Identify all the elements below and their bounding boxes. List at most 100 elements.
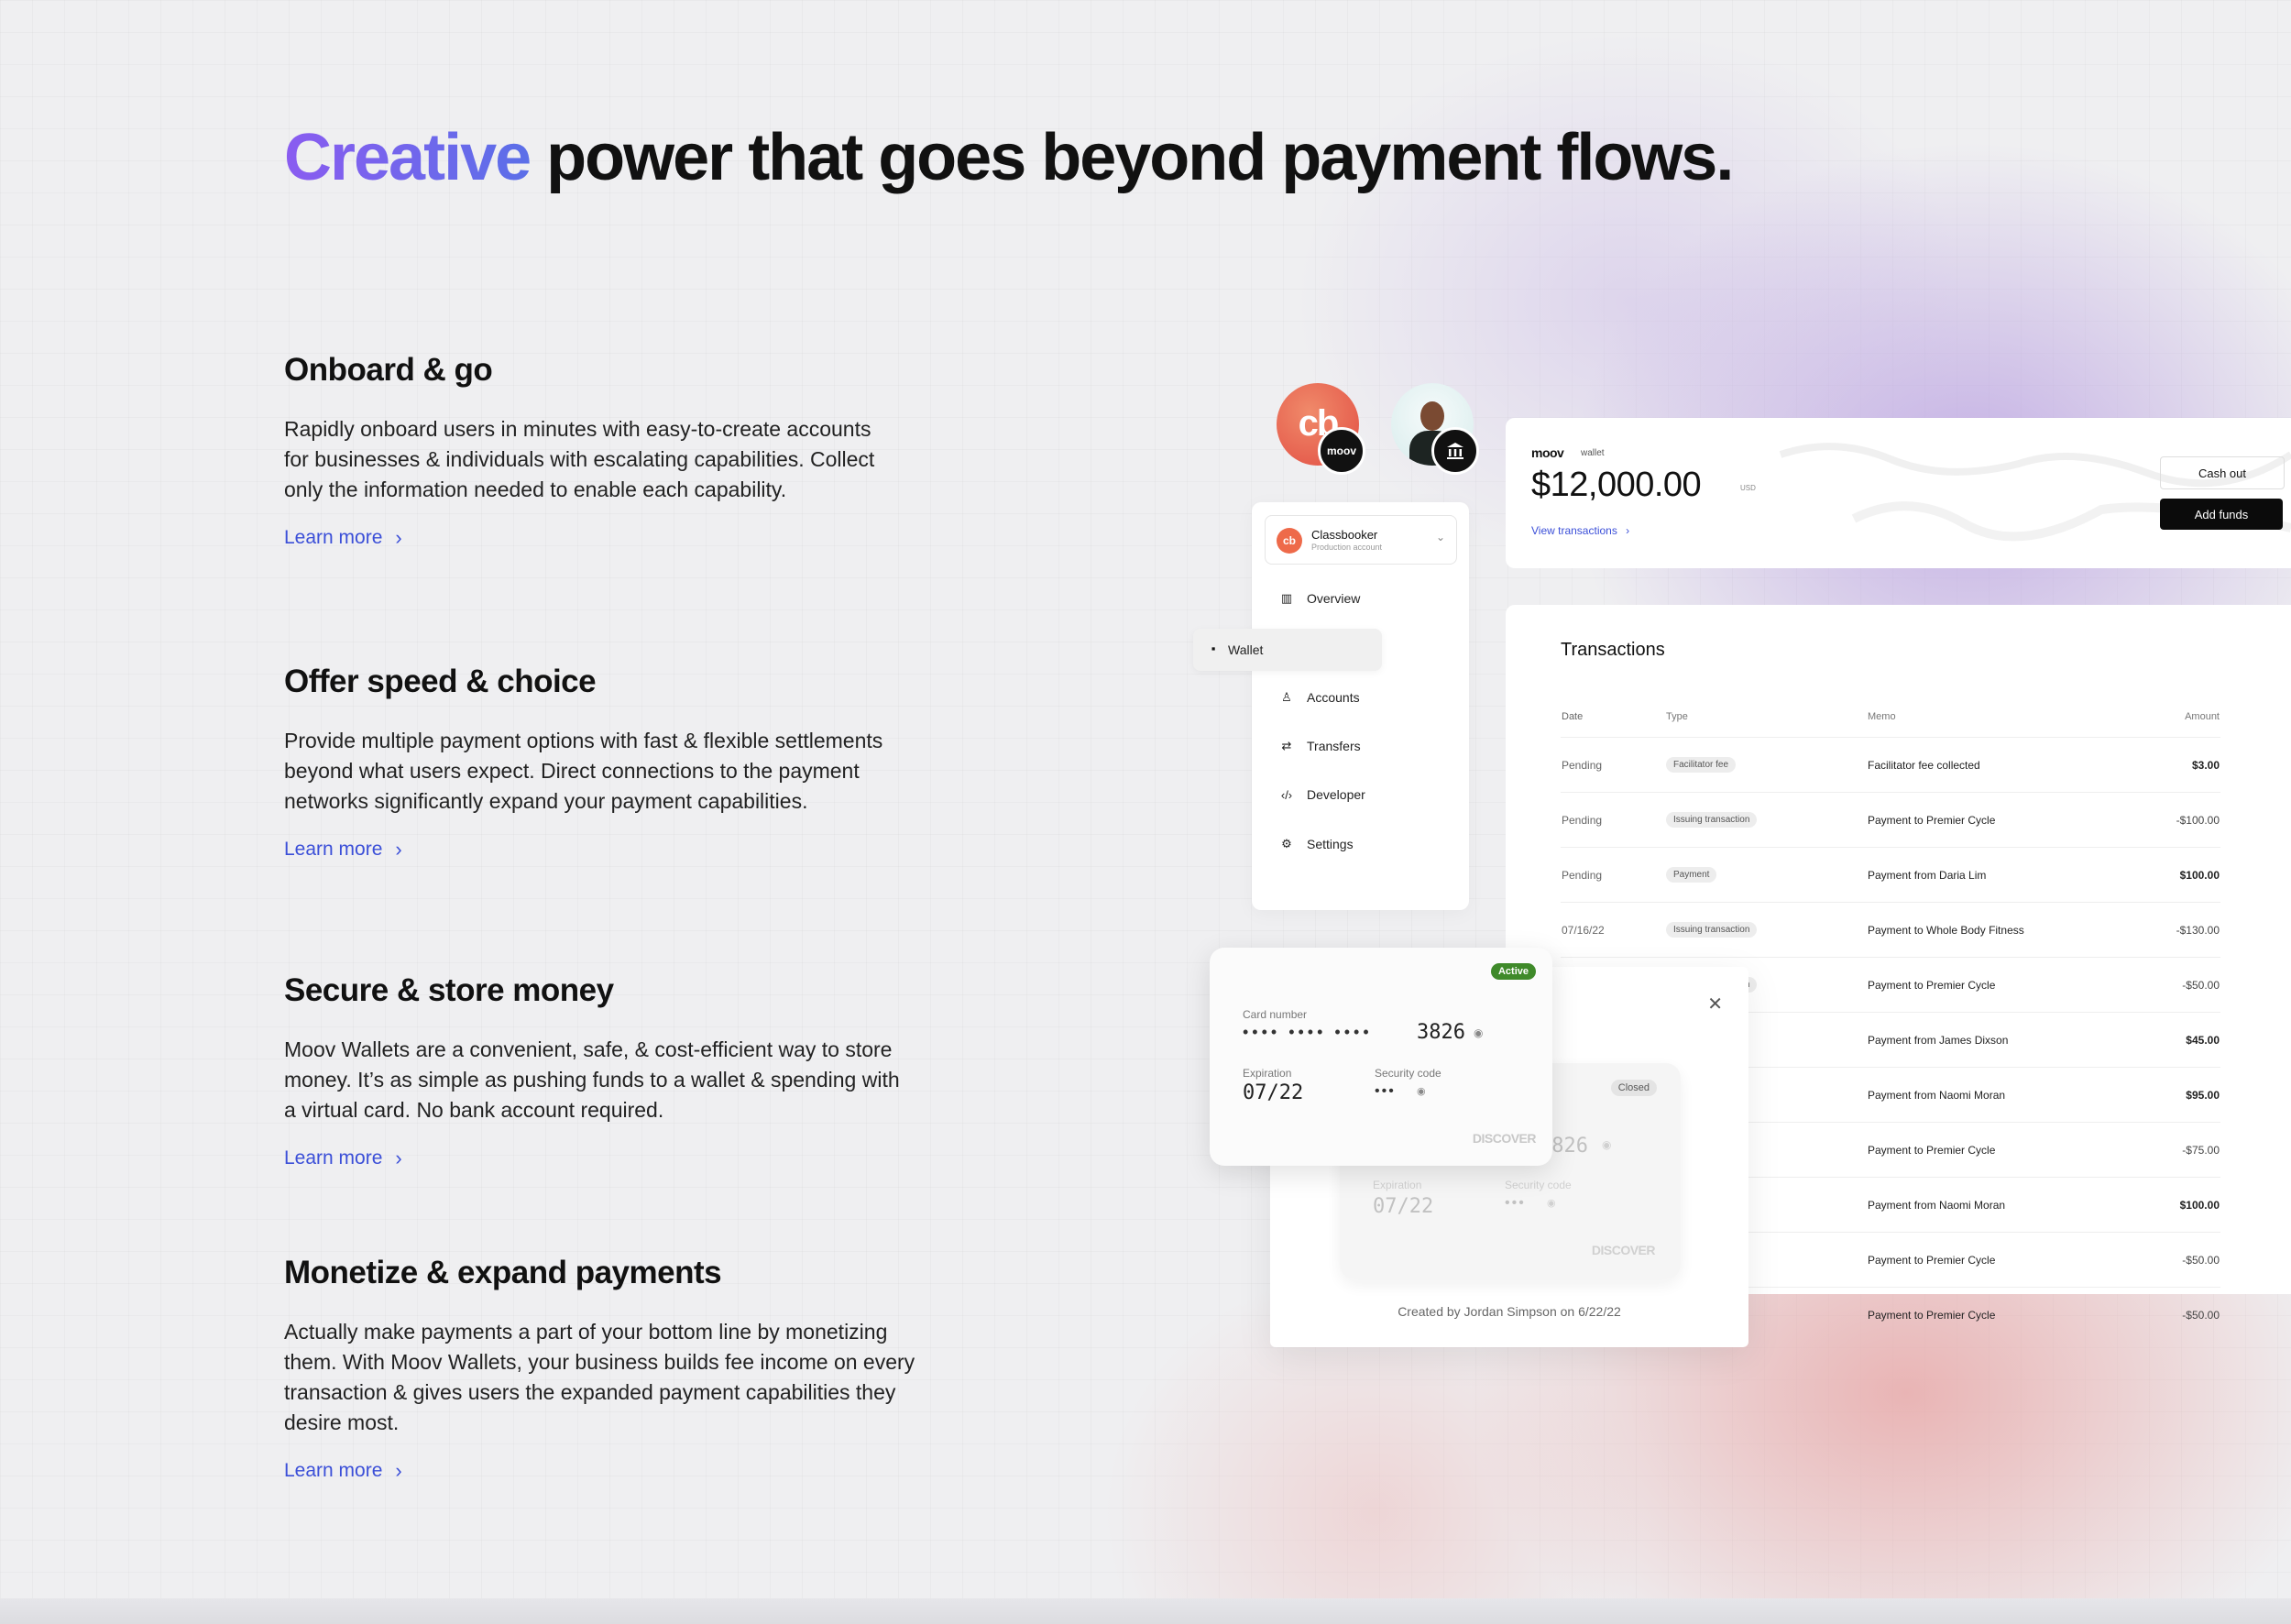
wallet-panel: moov wallet $12,000.00 USD View transact… bbox=[1506, 418, 2291, 568]
add-funds-label: Add funds bbox=[2194, 507, 2249, 521]
learn-more-link[interactable]: Learn more › bbox=[284, 839, 402, 861]
table-header: Date Type Memo Amount bbox=[1561, 697, 2220, 738]
headline-accent: Creative bbox=[284, 121, 532, 194]
type-badge: Facilitator fee bbox=[1666, 757, 1737, 773]
amount-cell: -$75.00 bbox=[2125, 1122, 2220, 1178]
moov-badge: moov bbox=[1318, 427, 1365, 475]
type-cell: Issuing transaction bbox=[1665, 902, 1867, 958]
feature-secure: Secure & store money Moov Wallets are a … bbox=[284, 972, 926, 1169]
nav-developer[interactable]: ‹/› Developer bbox=[1279, 787, 1365, 802]
account-name: Classbooker bbox=[1311, 528, 1378, 542]
memo-cell: Payment from Naomi Moran bbox=[1867, 1177, 2125, 1233]
learn-more-label: Learn more bbox=[284, 839, 383, 860]
amount-cell: $100.00 bbox=[2125, 1177, 2220, 1233]
col-date: Date bbox=[1562, 711, 1584, 722]
amount-cell: -$130.00 bbox=[2125, 902, 2220, 958]
closed-eye-icon: ◉ bbox=[1602, 1138, 1612, 1151]
amount-cell: -$50.00 bbox=[2125, 1232, 2220, 1288]
wallet-label: wallet bbox=[1581, 448, 1605, 458]
memo-cell: Payment from James Dixson bbox=[1867, 1012, 2125, 1068]
table-row[interactable]: Pending Payment Payment from Daria Lim $100… bbox=[1561, 847, 2220, 903]
learn-more-link[interactable]: Learn more › bbox=[284, 1460, 402, 1482]
wallet-balance: $12,000.00 bbox=[1531, 466, 1702, 504]
nav-wallet[interactable]: ▪ Wallet bbox=[1193, 629, 1382, 671]
memo-cell: Payment to Whole Body Fitness bbox=[1867, 902, 2125, 958]
amount-cell: $95.00 bbox=[2125, 1067, 2220, 1123]
cash-out-button[interactable]: Cash out bbox=[2160, 456, 2285, 489]
moov-badge-label: moov bbox=[1326, 444, 1356, 457]
date-cell: Pending bbox=[1561, 737, 1665, 793]
type-cell: Facilitator fee bbox=[1665, 737, 1867, 793]
account-logo-text: cb bbox=[1282, 534, 1296, 547]
account-switcher[interactable]: cb Classbooker Production account ⌄ bbox=[1265, 515, 1457, 565]
type-cell: Issuing transaction bbox=[1665, 792, 1867, 848]
date-cell: Pending bbox=[1561, 792, 1665, 848]
amount-cell: $3.00 bbox=[2125, 737, 2220, 793]
bank-badge bbox=[1431, 427, 1479, 475]
feature-monetize: Monetize & expand payments Actually make… bbox=[284, 1255, 926, 1482]
type-badge: Payment bbox=[1666, 867, 1717, 883]
nav-label: Wallet bbox=[1228, 642, 1264, 657]
feature-body: Rapidly onboard users in minutes with ea… bbox=[284, 417, 875, 501]
view-transactions-link[interactable]: View transactions › bbox=[1531, 524, 1629, 537]
learn-more-link[interactable]: Learn more › bbox=[284, 527, 402, 549]
learn-more-label: Learn more bbox=[284, 1460, 383, 1481]
memo-cell: Payment to Premier Cycle bbox=[1867, 1287, 2125, 1342]
nav-settings[interactable]: ⚙ Settings bbox=[1279, 837, 1353, 851]
transactions-title: Transactions bbox=[1561, 640, 1665, 660]
headline-rest: power that goes beyond payment flows. bbox=[530, 121, 1734, 194]
amount-cell: -$50.00 bbox=[2125, 1287, 2220, 1342]
eye-icon[interactable]: ◉ bbox=[1417, 1085, 1426, 1097]
nav-accounts[interactable]: ♙ Accounts bbox=[1279, 690, 1360, 705]
nav-overview[interactable]: ▥ Overview bbox=[1279, 591, 1361, 606]
overview-icon: ▥ bbox=[1280, 591, 1293, 605]
feature-body: Provide multiple payment options with fa… bbox=[284, 729, 883, 813]
type-badge: Issuing transaction bbox=[1666, 922, 1758, 938]
amount-cell: $45.00 bbox=[2125, 1012, 2220, 1068]
chevron-right-icon: › bbox=[1626, 524, 1630, 537]
discover-logo: DISCOVER bbox=[1472, 1131, 1537, 1146]
add-funds-button[interactable]: Add funds bbox=[2160, 499, 2283, 530]
discover-logo: DISCOVER bbox=[1591, 1243, 1656, 1257]
closed-cvv-label: Security code bbox=[1505, 1179, 1572, 1191]
nav-label: Developer bbox=[1307, 787, 1365, 802]
learn-more-link[interactable]: Learn more › bbox=[284, 1147, 402, 1169]
nav-transfers[interactable]: ⇄ Transfers bbox=[1279, 739, 1361, 753]
active-card[interactable]: Active Card number •••• •••• •••• 3826 ◉… bbox=[1210, 948, 1552, 1166]
date-cell: 07/16/22 bbox=[1561, 902, 1665, 958]
user-icon: ♙ bbox=[1281, 690, 1292, 704]
moov-wordmark: moov bbox=[1531, 445, 1564, 460]
wallet-icon: ▪ bbox=[1211, 642, 1216, 655]
eye-icon[interactable]: ◉ bbox=[1474, 1026, 1483, 1039]
feature-title: Monetize & expand payments bbox=[284, 1255, 722, 1290]
expiration-value: 07/22 bbox=[1243, 1081, 1304, 1104]
table-row[interactable]: 07/16/22 Issuing transaction Payment to Wh… bbox=[1561, 902, 2220, 958]
bottom-bar bbox=[0, 1598, 2291, 1624]
learn-more-label: Learn more bbox=[284, 527, 383, 548]
memo-cell: Facilitator fee collected bbox=[1867, 737, 2125, 793]
nav-label: Accounts bbox=[1307, 690, 1360, 705]
card-created-note: Created by Jordan Simpson on 6/22/22 bbox=[1398, 1304, 1621, 1319]
code-icon: ‹/› bbox=[1280, 787, 1293, 802]
col-type: Type bbox=[1666, 711, 1688, 722]
chevron-right-icon: › bbox=[395, 526, 402, 549]
chevron-right-icon: › bbox=[395, 1147, 402, 1169]
cash-out-label: Cash out bbox=[2198, 466, 2247, 480]
table-row[interactable]: Pending Issuing transaction Payment to Pre… bbox=[1561, 792, 2220, 848]
feature-body: Actually make payments a part of your bo… bbox=[284, 1320, 915, 1434]
table-row[interactable]: Pending Facilitator fee Facilitator fee co… bbox=[1561, 737, 2220, 793]
col-amount: Amount bbox=[2185, 711, 2220, 722]
memo-cell: Payment from Daria Lim bbox=[1867, 847, 2125, 903]
feature-body: Moov Wallets are a convenient, safe, & c… bbox=[284, 1037, 900, 1122]
feature-title: Offer speed & choice bbox=[284, 664, 597, 699]
feature-speed: Offer speed & choice Provide multiple pa… bbox=[284, 664, 926, 861]
date-cell: Pending bbox=[1561, 847, 1665, 903]
amount-cell: $100.00 bbox=[2125, 847, 2220, 903]
chevron-right-icon: › bbox=[395, 1459, 402, 1482]
memo-cell: Payment from Naomi Moran bbox=[1867, 1067, 2125, 1123]
memo-cell: Payment to Premier Cycle bbox=[1867, 1122, 2125, 1178]
memo-cell: Payment to Premier Cycle bbox=[1867, 1232, 2125, 1288]
card-last4: 3826 bbox=[1417, 1021, 1465, 1044]
close-icon[interactable]: ✕ bbox=[1707, 993, 1723, 1015]
person-head bbox=[1420, 401, 1444, 431]
